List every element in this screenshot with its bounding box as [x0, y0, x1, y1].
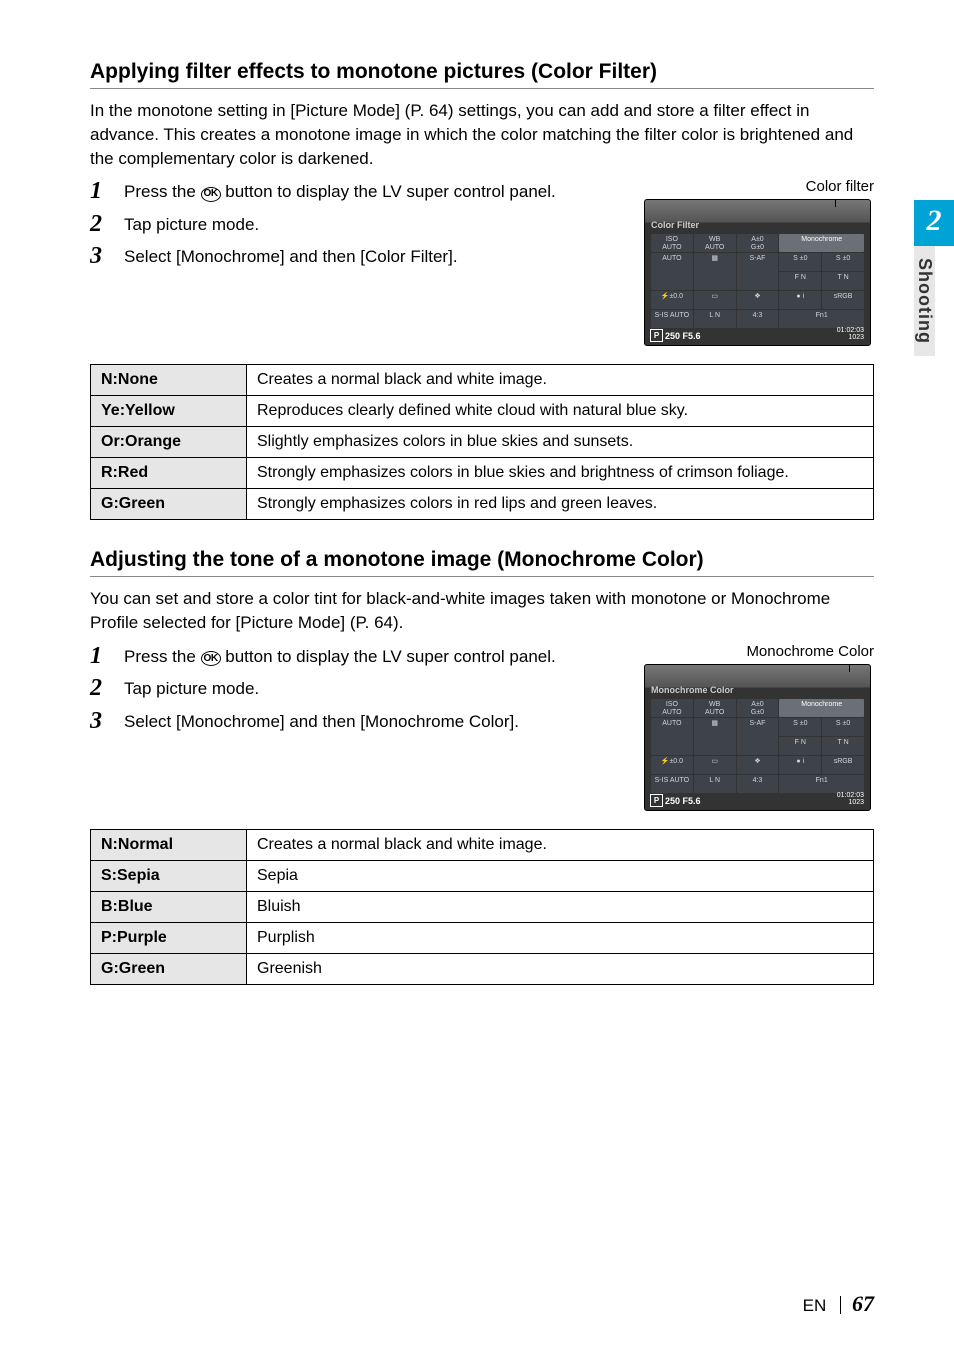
table-row: Ye:YellowReproduces clearly defined whit…	[91, 396, 874, 427]
ok-button-icon: OK	[201, 651, 221, 666]
table-row: R:RedStrongly emphasizes colors in blue …	[91, 458, 874, 489]
panel-title: Monochrome Color	[651, 685, 734, 695]
option-key: S:Sepia	[91, 860, 247, 891]
section1-steps: 1 Press the OK button to display the LV …	[90, 178, 590, 269]
section2-intro: You can set and store a color tint for b…	[90, 587, 874, 635]
table-row: N:NoneCreates a normal black and white i…	[91, 365, 874, 396]
exposure-readout: 250 F5.6	[665, 331, 701, 341]
screenshot1-label: Color filter	[644, 178, 874, 195]
chapter-side-tab: 2 Shooting	[914, 200, 954, 356]
option-desc: Slightly emphasizes colors in blue skies…	[247, 427, 874, 458]
lv-super-control-panel-1: Color Filter ISOAUTO WBAUTO A±0G±0 Monoc…	[644, 199, 871, 346]
section1-intro: In the monotone setting in [Picture Mode…	[90, 99, 874, 170]
option-desc: Reproduces clearly defined white cloud w…	[247, 396, 874, 427]
step-number: 1	[90, 643, 124, 669]
ok-button-icon: OK	[201, 187, 221, 202]
option-key: N:Normal	[91, 829, 247, 860]
step-number: 3	[90, 708, 124, 734]
step-text: Select [Monochrome] and then [Monochrome…	[124, 708, 519, 734]
option-desc: Creates a normal black and white image.	[247, 829, 874, 860]
step-number: 3	[90, 243, 124, 269]
table-row: S:SepiaSepia	[91, 860, 874, 891]
color-filter-table: N:NoneCreates a normal black and white i…	[90, 364, 874, 520]
option-desc: Purplish	[247, 922, 874, 953]
option-key: Or:Orange	[91, 427, 247, 458]
table-row: Or:OrangeSlightly emphasizes colors in b…	[91, 427, 874, 458]
table-row: G:GreenGreenish	[91, 953, 874, 984]
option-key: P:Purple	[91, 922, 247, 953]
panel-title: Color Filter	[651, 220, 699, 230]
option-desc: Bluish	[247, 891, 874, 922]
lv-super-control-panel-2: Monochrome Color ISOAUTO WBAUTO A±0G±0 M…	[644, 664, 871, 811]
option-desc: Greenish	[247, 953, 874, 984]
step-text: Press the OK button to display the LV su…	[124, 178, 556, 204]
option-desc: Sepia	[247, 860, 874, 891]
counter-readout: 01:02:031023	[837, 792, 864, 806]
counter-readout: 01:02:031023	[837, 327, 864, 341]
option-key: Ye:Yellow	[91, 396, 247, 427]
step-text: Tap picture mode.	[124, 675, 259, 701]
chapter-label: Shooting	[914, 246, 935, 356]
footer-page-number: 67	[852, 1291, 874, 1316]
section2-heading: Adjusting the tone of a monotone image (…	[90, 548, 874, 577]
option-desc: Creates a normal black and white image.	[247, 365, 874, 396]
option-key: B:Blue	[91, 891, 247, 922]
monochrome-color-table: N:NormalCreates a normal black and white…	[90, 829, 874, 985]
footer-lang: EN	[803, 1296, 827, 1315]
option-key: R:Red	[91, 458, 247, 489]
chapter-number: 2	[914, 200, 954, 246]
step-text: Select [Monochrome] and then [Color Filt…	[124, 243, 458, 269]
exposure-readout: 250 F5.6	[665, 796, 701, 806]
mode-p-icon: P	[650, 329, 663, 342]
table-row: G:GreenStrongly emphasizes colors in red…	[91, 489, 874, 520]
section2-steps: 1 Press the OK button to display the LV …	[90, 643, 590, 734]
page-footer: EN 67	[803, 1291, 874, 1317]
option-key: N:None	[91, 365, 247, 396]
step-number: 2	[90, 675, 124, 701]
table-row: P:PurplePurplish	[91, 922, 874, 953]
screenshot2-label: Monochrome Color	[644, 643, 874, 660]
step-number: 2	[90, 211, 124, 237]
table-row: N:NormalCreates a normal black and white…	[91, 829, 874, 860]
option-desc: Strongly emphasizes colors in red lips a…	[247, 489, 874, 520]
step-text: Press the OK button to display the LV su…	[124, 643, 556, 669]
section1-heading: Applying filter effects to monotone pict…	[90, 60, 874, 89]
option-key: G:Green	[91, 953, 247, 984]
option-key: G:Green	[91, 489, 247, 520]
mode-p-icon: P	[650, 794, 663, 807]
table-row: B:BlueBluish	[91, 891, 874, 922]
step-text: Tap picture mode.	[124, 211, 259, 237]
step-number: 1	[90, 178, 124, 204]
option-desc: Strongly emphasizes colors in blue skies…	[247, 458, 874, 489]
